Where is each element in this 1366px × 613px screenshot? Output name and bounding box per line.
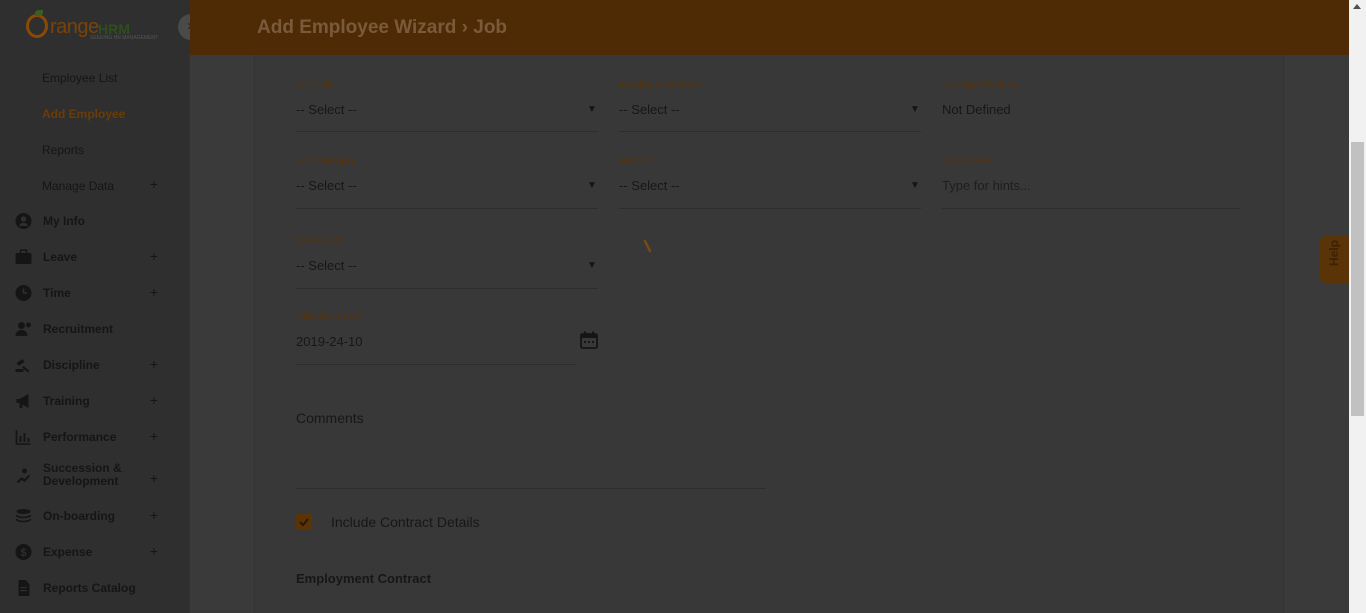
- sidebar-item-label: Performance: [43, 430, 117, 444]
- sidebar-item-succession-development[interactable]: Succession & Development +: [0, 460, 190, 492]
- dollar-icon: $: [15, 544, 32, 560]
- help-label: Help: [1327, 239, 1341, 266]
- employment-status-label: Employment Status: [619, 80, 706, 91]
- job-category-select[interactable]: -- Select --: [296, 178, 357, 193]
- sidebar-item-label: Training: [43, 394, 90, 408]
- chart-icon: [15, 430, 31, 445]
- employment-status-underline: [619, 131, 921, 132]
- required-marker: *: [360, 312, 365, 323]
- expand-icon[interactable]: +: [148, 428, 160, 444]
- recruitment-icon: [15, 322, 31, 336]
- logo-leaf: [35, 10, 43, 16]
- sub-unit-label: Sub Unit: [619, 156, 658, 167]
- expand-icon[interactable]: +: [148, 392, 160, 408]
- sidebar-item-expense[interactable]: $ Expense +: [0, 541, 190, 565]
- sidebar-item-label: Reports Catalog: [43, 581, 136, 595]
- job-category-underline: [296, 208, 598, 209]
- sidebar-subitem-reports[interactable]: Reports: [42, 143, 84, 157]
- sidebar-item-leave[interactable]: Leave +: [0, 246, 190, 270]
- job-specification-value: Not Defined: [942, 102, 1011, 117]
- scrollbar-thumb[interactable]: [1351, 142, 1364, 416]
- loading-spinner-icon: [643, 239, 652, 253]
- job-title-underline: [296, 131, 598, 132]
- expand-icon[interactable]: +: [148, 356, 160, 372]
- job-category-label: Job Category: [296, 156, 356, 167]
- expand-icon[interactable]: +: [148, 284, 160, 300]
- checkmark-icon: [299, 518, 309, 527]
- chevron-down-icon[interactable]: ▼: [587, 260, 597, 271]
- sidebar-item-my-info[interactable]: My Info: [0, 210, 190, 234]
- expand-icon[interactable]: +: [148, 248, 160, 264]
- chevron-down-icon[interactable]: ▼: [587, 180, 597, 191]
- briefcase-icon: [15, 249, 32, 264]
- sidebar-subitem-add-employee[interactable]: Add Employee: [42, 107, 125, 121]
- job-title-label: Job Title: [296, 80, 334, 91]
- stack-icon: [15, 509, 32, 523]
- expand-icon[interactable]: +: [148, 470, 160, 486]
- discipline-icon: [15, 359, 30, 373]
- sidebar-item-label: Expense: [43, 545, 93, 559]
- sidebar-item-training[interactable]: Training +: [0, 390, 190, 414]
- comments-underline: [296, 488, 766, 489]
- sub-unit-select[interactable]: -- Select --: [619, 178, 680, 193]
- sidebar-item-on-boarding[interactable]: On-boarding +: [0, 505, 190, 529]
- chevron-down-icon[interactable]: ▼: [910, 180, 920, 191]
- clock-icon: [15, 285, 32, 301]
- sidebar-item-label: Leave: [43, 250, 78, 264]
- sidebar-item-label: Time: [43, 286, 71, 300]
- sidebar-item-label: On-boarding: [43, 509, 115, 523]
- help-tab[interactable]: Help: [1320, 236, 1350, 283]
- header-bar: Add Employee Wizard › Job: [190, 0, 1349, 55]
- cost-center-underline: [942, 208, 1240, 209]
- svg-text:$: $: [20, 547, 26, 559]
- expand-manage-data-icon[interactable]: +: [148, 176, 160, 192]
- job-specification-label: Job Specification: [942, 80, 1018, 91]
- sidebar: range HRM SEEKING HR MANAGEMENT Employee…: [0, 0, 190, 613]
- sidebar-item-label: Succession & Development: [43, 461, 122, 488]
- sidebar-item-reports-catalog[interactable]: Reports Catalog: [0, 577, 190, 601]
- megaphone-icon: [16, 394, 29, 408]
- work-shift-label: Work Shift: [296, 236, 342, 247]
- logo-tagline: SEEKING HR MANAGEMENT: [90, 35, 159, 41]
- expand-icon[interactable]: +: [148, 507, 160, 523]
- page-title: Add Employee Wizard › Job: [257, 17, 508, 38]
- job-title-select[interactable]: -- Select --: [296, 102, 357, 117]
- sidebar-item-discipline[interactable]: Discipline +: [0, 354, 190, 378]
- calendar-icon[interactable]: [580, 331, 598, 349]
- document-icon: [18, 580, 30, 596]
- employment-status-select[interactable]: -- Select --: [619, 102, 680, 117]
- include-contract-label[interactable]: Include Contract Details: [331, 514, 480, 530]
- chevron-down-icon[interactable]: ▼: [587, 104, 597, 115]
- logo-o-shape: [26, 14, 48, 38]
- sidebar-item-label: My Info: [43, 214, 85, 228]
- sub-unit-underline: [619, 208, 921, 209]
- cost-center-input[interactable]: Type for hints...: [942, 178, 1031, 193]
- sidebar-subitem-employee-list[interactable]: Employee List: [42, 71, 117, 85]
- succession-icon: [16, 468, 30, 483]
- effective-from-input[interactable]: 2019-24-10: [296, 334, 363, 349]
- employment-contract-heading: Employment Contract: [296, 571, 432, 586]
- orangehrm-logo[interactable]: range HRM SEEKING HR MANAGEMENT: [26, 10, 166, 44]
- include-contract-checkbox[interactable]: [296, 514, 312, 530]
- user-icon: [15, 213, 32, 229]
- sidebar-item-performance[interactable]: Performance +: [0, 426, 190, 450]
- work-shift-select[interactable]: -- Select --: [296, 258, 357, 273]
- sidebar-subitem-manage-data[interactable]: Manage Data: [42, 179, 114, 193]
- sidebar-item-label: Discipline: [43, 358, 100, 372]
- sidebar-item-recruitment[interactable]: Recruitment: [0, 318, 190, 342]
- page-scrollbar[interactable]: [1349, 0, 1366, 613]
- sidebar-item-time[interactable]: Time +: [0, 282, 190, 306]
- effective-from-label: Effective From*: [296, 312, 365, 323]
- work-shift-underline: [296, 288, 598, 289]
- sidebar-item-label: Recruitment: [43, 322, 114, 336]
- chevron-down-icon[interactable]: ▼: [910, 104, 920, 115]
- cost-center-label: Cost Center: [942, 156, 996, 167]
- comments-textarea[interactable]: Comments: [296, 410, 364, 426]
- scroll-up-arrow-icon[interactable]: [1353, 4, 1361, 9]
- effective-from-underline: [296, 364, 576, 365]
- expand-icon[interactable]: +: [148, 543, 160, 559]
